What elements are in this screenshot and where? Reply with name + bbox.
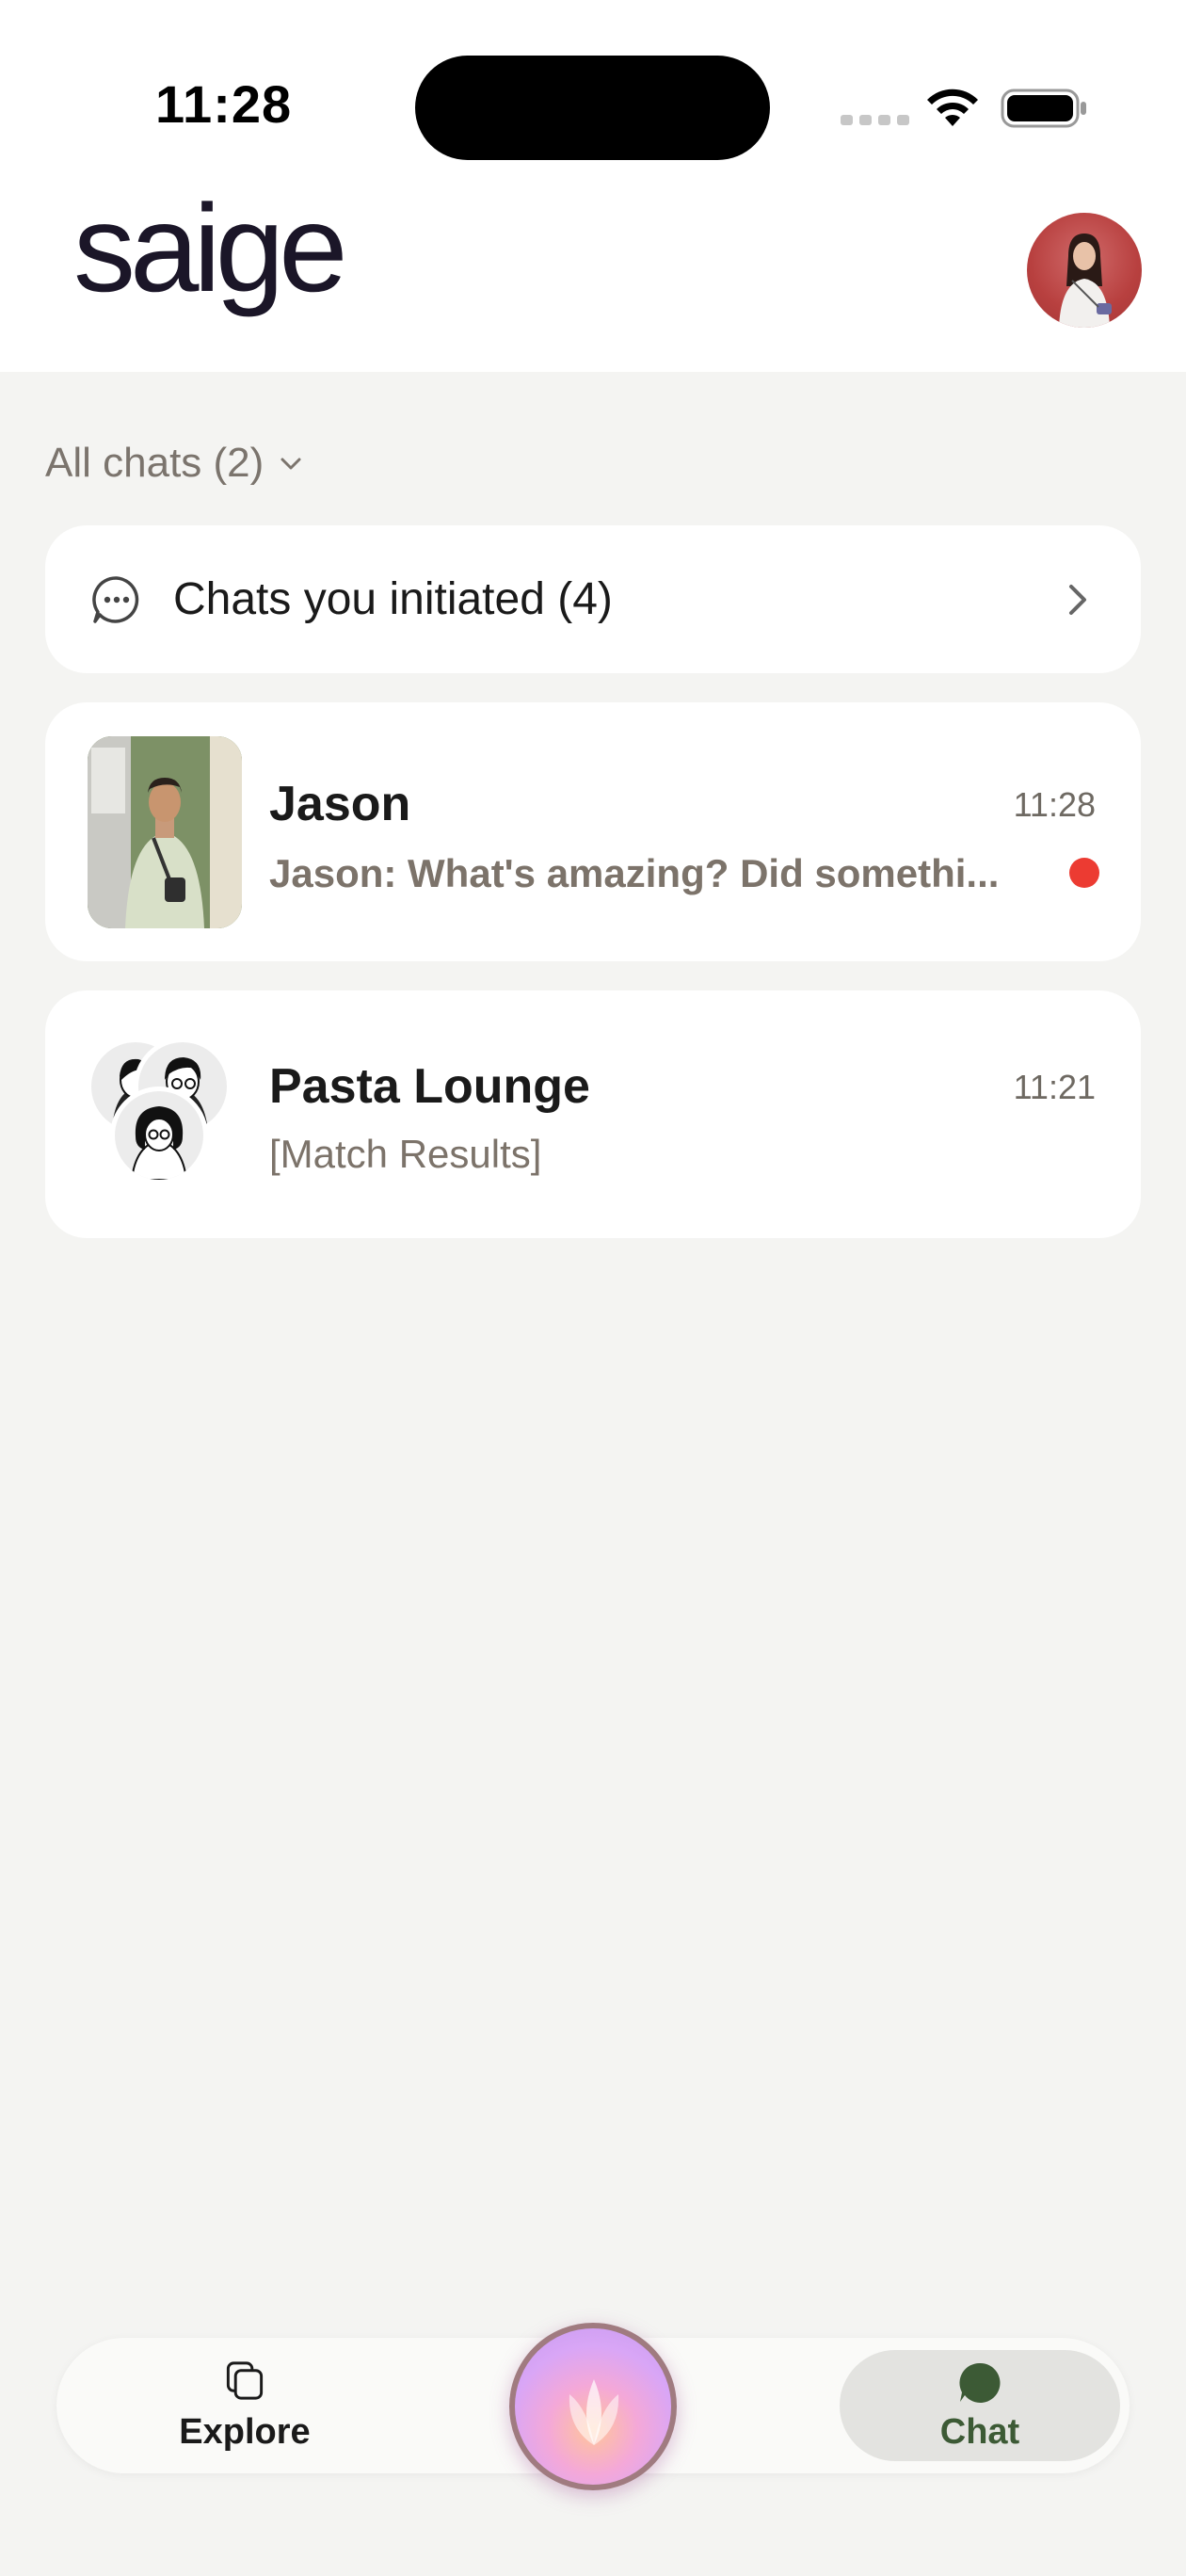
chat-filter-label: All chats (2) [45,440,264,486]
status-time: 11:28 [155,74,293,134]
dynamic-island [415,56,770,160]
chevron-down-icon [280,458,301,470]
chat-preview: [Match Results] [269,1132,542,1176]
app-logo: saige [73,179,348,317]
profile-avatar[interactable] [1027,213,1142,328]
chat-preview: Jason: What's amazing? Did somethi... [269,851,1000,895]
explore-icon [226,2361,264,2400]
chevron-right-icon [1069,584,1086,615]
header-area: 11:28 saige [0,0,1186,372]
cellular-signal-icon [841,115,909,125]
chat-filter-dropdown[interactable]: All chats (2) [45,440,305,487]
chat-bubble-icon [92,575,139,623]
chat-list-item[interactable]: Pasta Lounge 11:21 [Match Results] [45,990,1141,1238]
chat-list-screen: 11:28 saige All chats (2) Chats you init… [0,0,1186,2576]
chat-name: Jason [269,777,411,831]
member-avatar [110,1087,208,1184]
chat-list-item[interactable]: Jason 11:28 Jason: What's amazing? Did s… [45,702,1141,961]
chat-name: Pasta Lounge [269,1059,590,1114]
chat-time: 11:21 [1013,1068,1096,1106]
nav-explore-label: Explore [179,2412,311,2452]
lotus-icon [569,2379,619,2445]
nav-explore-tab[interactable]: Explore [151,2359,339,2453]
wifi-icon [927,89,978,126]
chat-bubble-filled-icon [959,2362,1001,2403]
nav-chat-tab[interactable]: Chat [840,2350,1120,2461]
nav-chat-label: Chat [939,2411,1020,2452]
group-avatar-stack [87,1038,247,1198]
chat-time: 11:28 [1013,785,1096,824]
unread-indicator [1069,858,1099,888]
battery-icon [1001,89,1086,128]
chat-avatar [88,736,242,928]
ai-assistant-button[interactable] [509,2323,677,2490]
chats-initiated-row[interactable]: Chats you initiated (4) [45,525,1141,673]
chats-initiated-label: Chats you initiated (4) [173,574,613,624]
